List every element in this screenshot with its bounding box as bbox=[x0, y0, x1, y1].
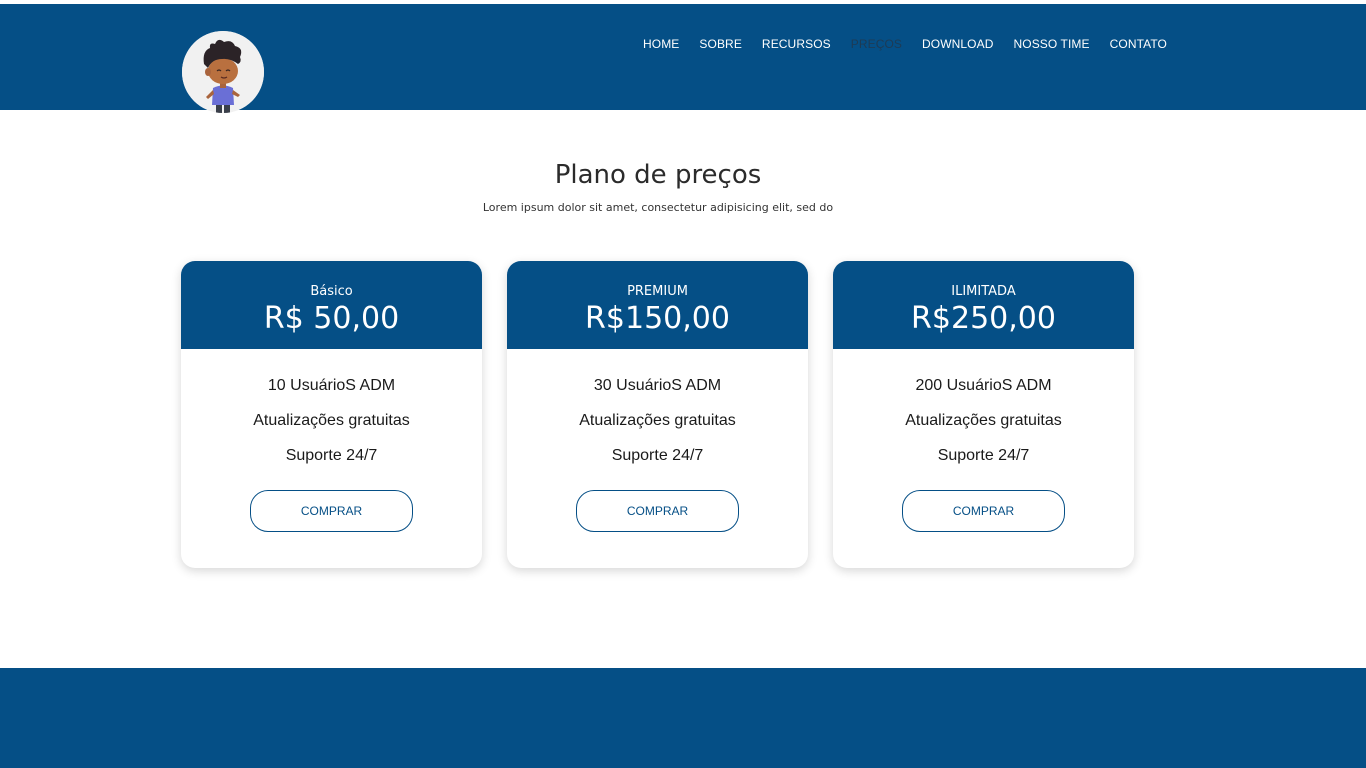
avatar-logo-icon[interactable] bbox=[182, 31, 264, 113]
plan-price: R$150,00 bbox=[585, 301, 730, 336]
plan-price: R$ 50,00 bbox=[263, 301, 400, 336]
feature-updates: Atualizações gratuitas bbox=[905, 412, 1062, 429]
nav-sobre[interactable]: SOBRE bbox=[699, 37, 742, 51]
section-title: Plano de preços bbox=[554, 160, 762, 190]
nav-home[interactable]: HOME bbox=[643, 37, 679, 51]
card-header: PREMIUM R$150,00 bbox=[507, 261, 808, 349]
buy-button[interactable]: COMPRAR bbox=[250, 490, 413, 532]
feature-users: 10 UsuárioS ADM bbox=[267, 377, 396, 394]
feature-users: 200 UsuárioS ADM bbox=[915, 377, 1052, 394]
main-nav: HOME SOBRE RECURSOS PREÇOS DOWNLOAD NOSS… bbox=[643, 37, 1167, 51]
buy-button[interactable]: COMPRAR bbox=[902, 490, 1065, 532]
nav-recursos[interactable]: RECURSOS bbox=[762, 37, 831, 51]
feature-updates: Atualizações gratuitas bbox=[579, 412, 736, 429]
pricing-card-basico: Básico R$ 50,00 10 UsuárioS ADM Atualiza… bbox=[181, 261, 482, 568]
plan-name: ILIMITADA bbox=[951, 284, 1016, 299]
card-header: ILIMITADA R$250,00 bbox=[833, 261, 1134, 349]
plan-name: PREMIUM bbox=[627, 284, 688, 299]
section-subtitle: Lorem ipsum dolor sit amet, consectetur … bbox=[482, 201, 834, 214]
nav-nosso-time[interactable]: NOSSO TIME bbox=[1014, 37, 1090, 51]
feature-updates: Atualizações gratuitas bbox=[253, 412, 410, 429]
feature-support: Suporte 24/7 bbox=[937, 447, 1030, 464]
pricing-card-ilimitada: ILIMITADA R$250,00 200 UsuárioS ADM Atua… bbox=[833, 261, 1134, 568]
nav-precos[interactable]: PREÇOS bbox=[851, 37, 902, 51]
footer bbox=[0, 668, 1366, 768]
feature-support: Suporte 24/7 bbox=[611, 447, 704, 464]
nav-contato[interactable]: CONTATO bbox=[1110, 37, 1167, 51]
plan-price: R$250,00 bbox=[911, 301, 1056, 336]
plan-name: Básico bbox=[310, 284, 353, 299]
buy-button[interactable]: COMPRAR bbox=[576, 490, 739, 532]
feature-support: Suporte 24/7 bbox=[285, 447, 378, 464]
feature-users: 30 UsuárioS ADM bbox=[593, 377, 722, 394]
pricing-card-premium: PREMIUM R$150,00 30 UsuárioS ADM Atualiz… bbox=[507, 261, 808, 568]
nav-download[interactable]: DOWNLOAD bbox=[922, 37, 993, 51]
header: HOME SOBRE RECURSOS PREÇOS DOWNLOAD NOSS… bbox=[0, 4, 1366, 113]
card-header: Básico R$ 50,00 bbox=[181, 261, 482, 349]
